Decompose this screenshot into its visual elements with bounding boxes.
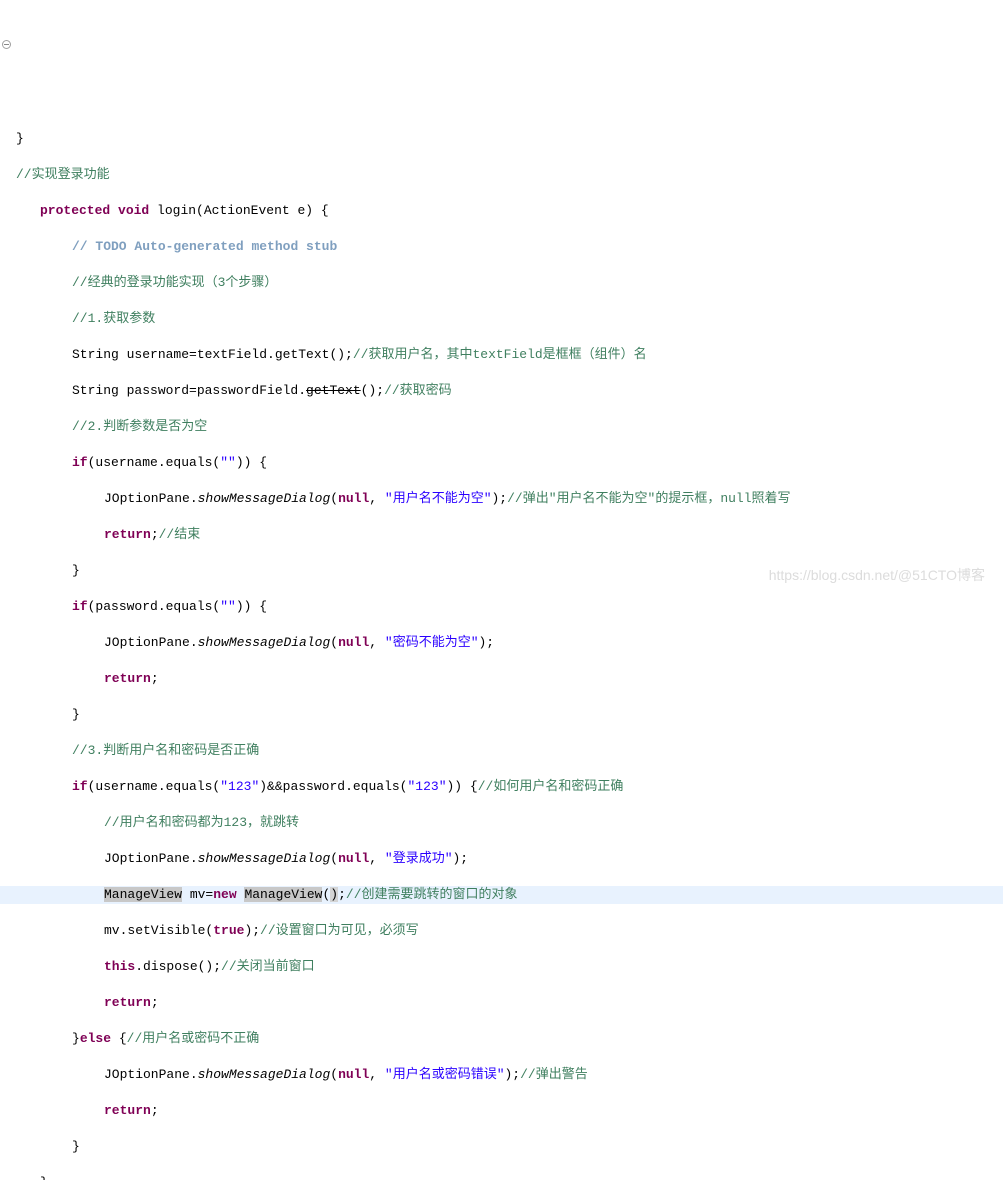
code-line: // TODO Auto-generated method stub [0, 238, 1003, 256]
code-line: //3.判断用户名和密码是否正确 [0, 742, 1003, 760]
code-line: } [0, 1174, 1003, 1180]
code-line: return; [0, 1102, 1003, 1120]
code-line: JOptionPane.showMessageDialog(null, "登录成… [0, 850, 1003, 868]
code-line: }else {//用户名或密码不正确 [0, 1030, 1003, 1048]
code-line: if(username.equals("123")&&password.equa… [0, 778, 1003, 796]
code-line: if(username.equals("")) { [0, 454, 1003, 472]
code-line: //2.判断参数是否为空 [0, 418, 1003, 436]
code-line: JOptionPane.showMessageDialog(null, "密码不… [0, 634, 1003, 652]
code-line: mv.setVisible(true);//设置窗口为可见，必须写 [0, 922, 1003, 940]
code-line: JOptionPane.showMessageDialog(null, "用户名… [0, 490, 1003, 508]
code-line: } [0, 706, 1003, 724]
code-line: return;//结束 [0, 526, 1003, 544]
code-line: //实现登录功能 [0, 166, 1003, 184]
fold-marker[interactable] [2, 40, 11, 49]
code-line: } [0, 562, 1003, 580]
code-line: } [0, 1138, 1003, 1156]
code-line: protected void login(ActionEvent e) { [0, 202, 1003, 220]
code-line: } [0, 130, 1003, 148]
code-line: //1.获取参数 [0, 310, 1003, 328]
code-line: return; [0, 994, 1003, 1012]
code-line: if(password.equals("")) { [0, 598, 1003, 616]
code-line: String username=textField.getText();//获取… [0, 346, 1003, 364]
code-line: //经典的登录功能实现（3个步骤） [0, 274, 1003, 292]
code-line: //用户名和密码都为123，就跳转 [0, 814, 1003, 832]
code-editor[interactable]: } //实现登录功能 protected void login(ActionEv… [0, 112, 1003, 1180]
code-line: this.dispose();//关闭当前窗口 [0, 958, 1003, 976]
code-line: return; [0, 670, 1003, 688]
code-line: String password=passwordField.getText();… [0, 382, 1003, 400]
code-line: JOptionPane.showMessageDialog(null, "用户名… [0, 1066, 1003, 1084]
code-line-current: ManageView mv=new ManageView();//创建需要跳转的… [0, 886, 1003, 904]
text-cursor: ) [330, 887, 338, 902]
